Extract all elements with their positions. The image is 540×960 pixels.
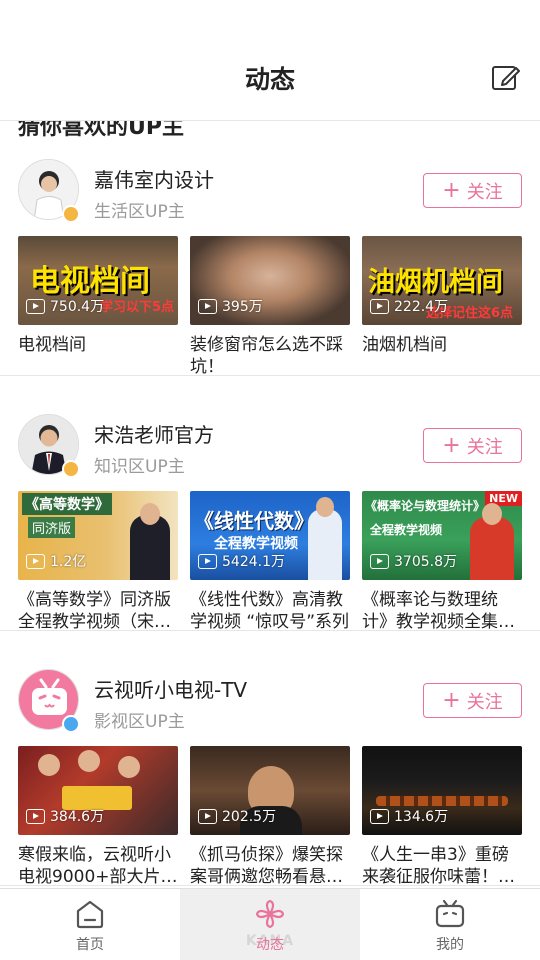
verified-badge-icon [62, 460, 80, 478]
feed[interactable]: 猜你喜欢的UP主 嘉伟室内设计 生活区UP主 + 关注 电视档间 学习以下5点 7… [0, 121, 540, 888]
view-count: 750.4万 [26, 296, 104, 316]
video-card[interactable]: 202.5万 《抓马侦探》爆笑探案哥俩邀您畅看悬疑喜剧 [190, 746, 350, 888]
video-thumbnail: 《概率论与数理统计》 全程教学视频 NEW 3705.8万 [362, 491, 522, 580]
play-count-icon [198, 553, 217, 569]
video-thumbnail: 电视档间 学习以下5点 750.4万 [18, 236, 178, 325]
video-thumbnail: 《高等数学》 同济版 1.2亿 [18, 491, 178, 580]
verified-badge-icon [62, 205, 80, 223]
page-title: 动态 [244, 65, 295, 94]
video-title: 《高等数学》同济版 全程教学视频（宋浩老师） [18, 590, 171, 632]
video-title: 寒假来临，云视听小电视9000+部大片免费看 [18, 845, 178, 887]
video-title: 装修窗帘怎么选不踩坑！ [190, 335, 343, 377]
tab-dynamics[interactable]: KANA 动态 [180, 889, 360, 960]
top-bar: 动态 [0, 0, 540, 121]
play-count-icon [198, 298, 217, 314]
thumb-caption: 《概率论与数理统计》 [365, 499, 486, 513]
video-card[interactable]: 油烟机档间 选择记住这6点 222.4万 油烟机档间 [362, 236, 522, 378]
view-count: 134.6万 [370, 806, 448, 826]
plus-icon: + [442, 177, 461, 203]
pinwheel-icon [254, 899, 286, 929]
video-thumbnail: 油烟机档间 选择记住这6点 222.4万 [362, 236, 522, 325]
video-card[interactable]: 电视档间 学习以下5点 750.4万 电视档间 [18, 236, 178, 378]
thumb-subcaption: 全程教学视频 [214, 536, 298, 552]
follow-label: 关注 [466, 691, 503, 713]
thumb-subcaption: 全程教学视频 [370, 523, 443, 537]
video-title: 《线性代数》高清教学视频 “惊叹号”系列 [190, 590, 350, 632]
view-count: 5424.1万 [198, 551, 285, 571]
up-category: 生活区UP主 [94, 202, 185, 222]
video-thumbnail: 134.6万 [362, 746, 522, 835]
thumb-subcaption: 学习以下5点 [100, 300, 175, 315]
video-card[interactable]: 384.6万 寒假来临，云视听小电视9000+部大片免费看 [18, 746, 178, 888]
up-card: 宋浩老师官方 知识区UP主 + 关注 《高等数学》 同济版 1.2亿 《高等数学》… [0, 376, 540, 633]
play-count-icon [370, 298, 389, 314]
video-title: 电视档间 [18, 335, 86, 355]
up-card: 云视听小电视-TV 影视区UP主 + 关注 384.6万 寒假来临，云视听小电视9… [0, 631, 540, 888]
play-count-icon [26, 298, 45, 314]
view-count: 395万 [198, 296, 263, 316]
follow-button[interactable]: + 关注 [423, 428, 522, 463]
video-card[interactable]: 395万 装修窗帘怎么选不踩坑！ [190, 236, 350, 378]
video-card[interactable]: 134.6万 《人生一串3》重磅来袭征服你味蕾！烧烤季开启 [362, 746, 522, 888]
view-count: 3705.8万 [370, 551, 457, 571]
video-thumbnail: 384.6万 [18, 746, 178, 835]
play-count-icon [370, 553, 389, 569]
video-card[interactable]: 《概率论与数理统计》 全程教学视频 NEW 3705.8万 《概率论与数理统计》… [362, 491, 522, 633]
video-title: 油烟机档间 [362, 335, 447, 355]
video-title: 《人生一串3》重磅来袭征服你味蕾！烧烤季开启 [362, 845, 515, 887]
video-title: 《概率论与数理统计》教学视频全集（宋浩） [362, 590, 498, 632]
tab-mine[interactable]: 我的 [360, 889, 540, 960]
verified-badge-icon [62, 715, 80, 733]
play-count-icon [26, 553, 45, 569]
thumb-caption: 电视档间 [30, 264, 150, 299]
edit-icon[interactable] [490, 62, 522, 94]
play-count-icon [26, 808, 45, 824]
thumb-subcaption: 同济版 [28, 517, 76, 538]
tab-label: 我的 [436, 937, 464, 953]
tab-label: 动态 [256, 937, 284, 953]
up-name[interactable]: 嘉伟室内设计 [94, 164, 214, 193]
play-count-icon [198, 808, 217, 824]
video-card[interactable]: 《线性代数》 全程教学视频 5424.1万 《线性代数》高清教学视频 “惊叹号”… [190, 491, 350, 633]
video-title: 《抓马侦探》爆笑探案哥俩邀您畅看悬疑喜剧 [190, 845, 343, 887]
view-count: 1.2亿 [26, 551, 86, 571]
up-card: 嘉伟室内设计 生活区UP主 + 关注 电视档间 学习以下5点 750.4万 电视档… [0, 121, 540, 378]
home-icon [74, 899, 106, 929]
follow-label: 关注 [466, 181, 503, 203]
up-category: 知识区UP主 [94, 457, 185, 477]
video-thumbnail: 395万 [190, 236, 350, 325]
thumb-caption: 油烟机档间 [368, 267, 503, 298]
play-count-icon [370, 808, 389, 824]
follow-label: 关注 [466, 436, 503, 458]
tab-label: 首页 [76, 937, 104, 953]
up-name[interactable]: 宋浩老师官方 [94, 419, 214, 448]
follow-button[interactable]: + 关注 [423, 173, 522, 208]
plus-icon: + [442, 432, 461, 458]
view-count: 384.6万 [26, 806, 104, 826]
follow-button[interactable]: + 关注 [423, 683, 522, 718]
tab-home[interactable]: 首页 [0, 889, 180, 960]
tv-icon [434, 899, 466, 929]
video-thumbnail: 《线性代数》 全程教学视频 5424.1万 [190, 491, 350, 580]
video-card[interactable]: 《高等数学》 同济版 1.2亿 《高等数学》同济版 全程教学视频（宋浩老师） [18, 491, 178, 633]
thumb-caption: 《高等数学》 [22, 493, 112, 515]
view-count: 222.4万 [370, 296, 448, 316]
view-count: 202.5万 [198, 806, 276, 826]
video-thumbnail: 202.5万 [190, 746, 350, 835]
plus-icon: + [442, 687, 461, 713]
up-category: 影视区UP主 [94, 712, 185, 732]
thumb-caption: 《线性代数》 [194, 509, 314, 533]
up-name[interactable]: 云视听小电视-TV [94, 674, 247, 703]
bottom-tab-bar: 首页 KANA 动态 我的 [0, 888, 540, 960]
